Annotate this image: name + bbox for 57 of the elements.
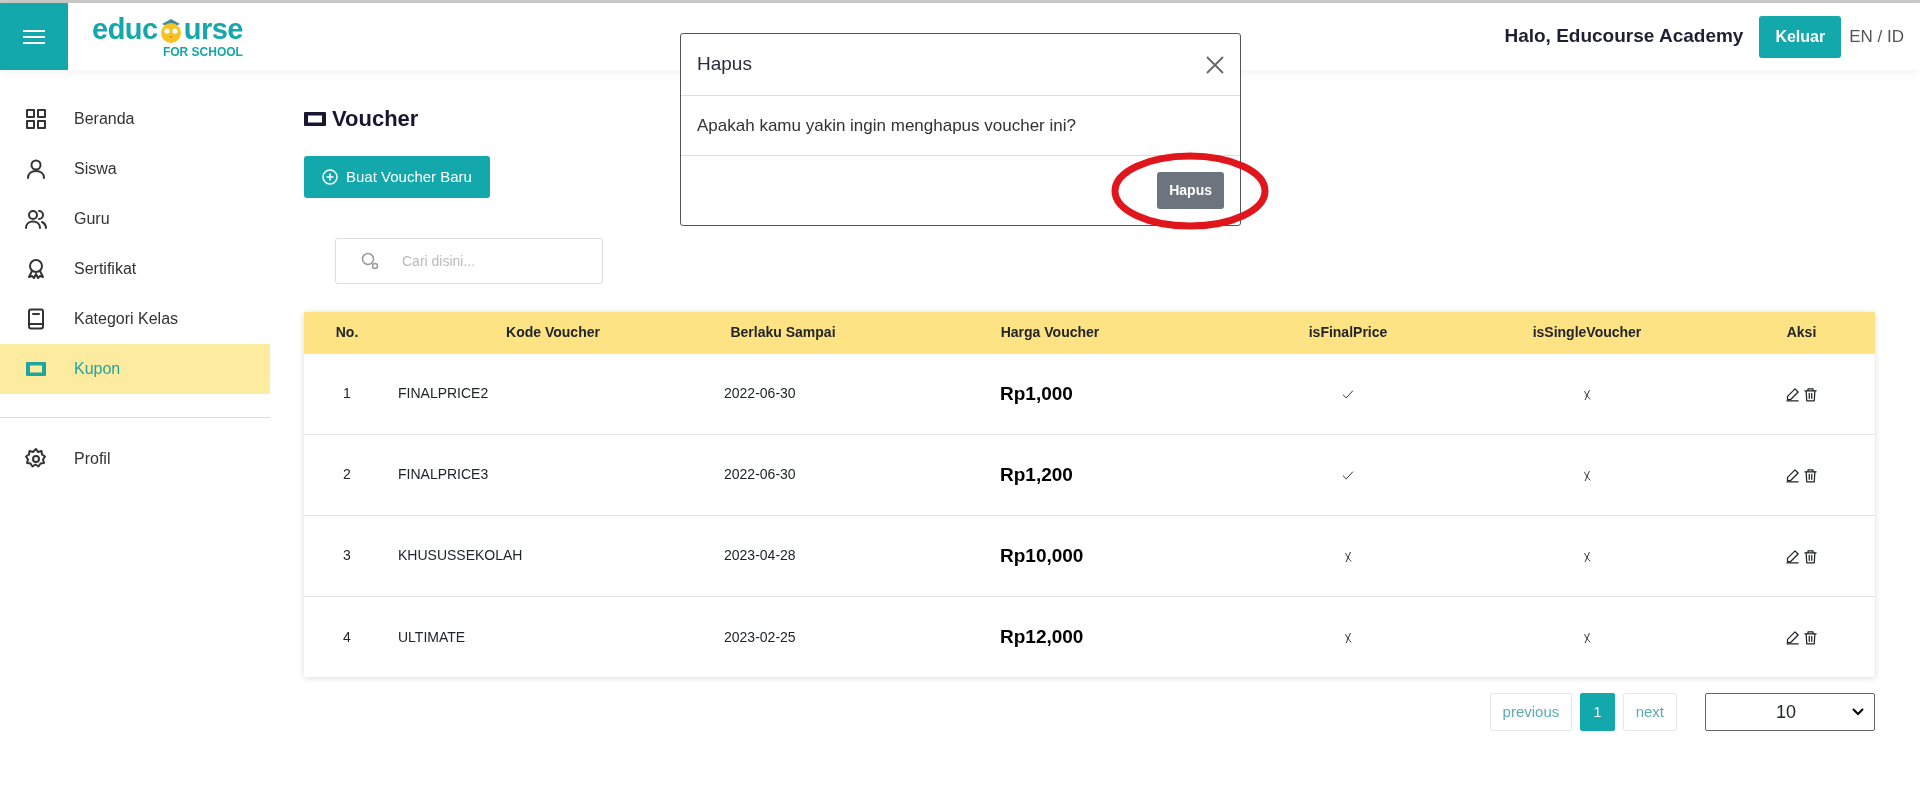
sidebar-item[interactable]: Sertifikat [0, 244, 270, 294]
sidebar-item[interactable]: Profil [0, 434, 270, 484]
confirm-delete-button[interactable]: Hapus [1157, 172, 1224, 209]
column-header: Kode Voucher [390, 312, 716, 354]
table-cell: FINALPRICE3 [390, 434, 716, 516]
table-cell: KHUSUSSEKOLAH [390, 515, 716, 597]
trash-icon[interactable] [1803, 468, 1819, 484]
price-cell: Rp12,000 [850, 596, 1250, 678]
page-size-select[interactable]: 10 [1705, 693, 1875, 732]
trash-icon[interactable] [1803, 549, 1819, 565]
user-icon [24, 157, 48, 181]
edit-icon[interactable] [1784, 468, 1800, 484]
column-header: Berlaku Sampai [716, 312, 850, 354]
trash-icon[interactable] [1803, 630, 1819, 646]
sidebar-item[interactable]: Siswa [0, 144, 270, 194]
search-field[interactable]: Cari disini... [335, 238, 603, 285]
column-header: Harga Voucher [850, 312, 1250, 354]
column-header: Aksi [1728, 312, 1875, 354]
language-link[interactable]: EN / ID [1849, 23, 1904, 50]
dialog-message: Apakah kamu yakin ingin menghapus voucher ini? [697, 114, 1076, 137]
price-cell: Rp1,200 [850, 434, 1250, 516]
table-cell: FINALPRICE2 [390, 353, 716, 435]
price-cell: Rp10,000 [850, 515, 1250, 597]
page-title: Voucher [332, 106, 419, 133]
menu-icon [23, 28, 45, 45]
table-cell: 2 [304, 434, 390, 516]
grid-icon [24, 107, 48, 131]
table-cell: 2022-06-30 [716, 434, 850, 516]
table-cell: 2023-02-25 [716, 596, 850, 678]
edit-icon[interactable] [1784, 549, 1800, 565]
trash-icon[interactable] [1803, 387, 1819, 403]
sidebar-item[interactable]: Kategori Kelas [0, 294, 270, 344]
table-cell: 4 [304, 596, 390, 678]
column-header: isSingleVoucher [1446, 312, 1728, 354]
edit-icon[interactable] [1784, 387, 1800, 403]
table-cell: 2022-06-30 [716, 353, 850, 435]
table-cell: 3 [304, 515, 390, 597]
price-cell: Rp1,000 [850, 353, 1250, 435]
column-header: isFinalPrice [1250, 312, 1446, 354]
table-cell: 2023-04-28 [716, 515, 850, 597]
users-icon [24, 207, 48, 231]
greeting-text: Halo, Educourse Academy [1504, 24, 1744, 49]
chevron-down-icon [1852, 708, 1864, 717]
menu-button[interactable] [0, 3, 68, 70]
ticket-icon [304, 111, 326, 128]
settings-icon [24, 447, 48, 471]
table-cell: ULTIMATE [390, 596, 716, 678]
sidebar-item[interactable]: Guru [0, 194, 270, 244]
column-header: No. [304, 312, 390, 354]
close-icon[interactable] [1206, 55, 1224, 74]
logo: educ urse FOR SCHOOL [92, 15, 243, 58]
search-icon [361, 252, 379, 271]
table-cell: 1 [304, 353, 390, 435]
sidebar-item[interactable]: Beranda [0, 94, 270, 144]
plus-circle-icon [322, 169, 338, 186]
edit-icon[interactable] [1784, 630, 1800, 646]
dialog-title: Hapus [697, 52, 752, 77]
